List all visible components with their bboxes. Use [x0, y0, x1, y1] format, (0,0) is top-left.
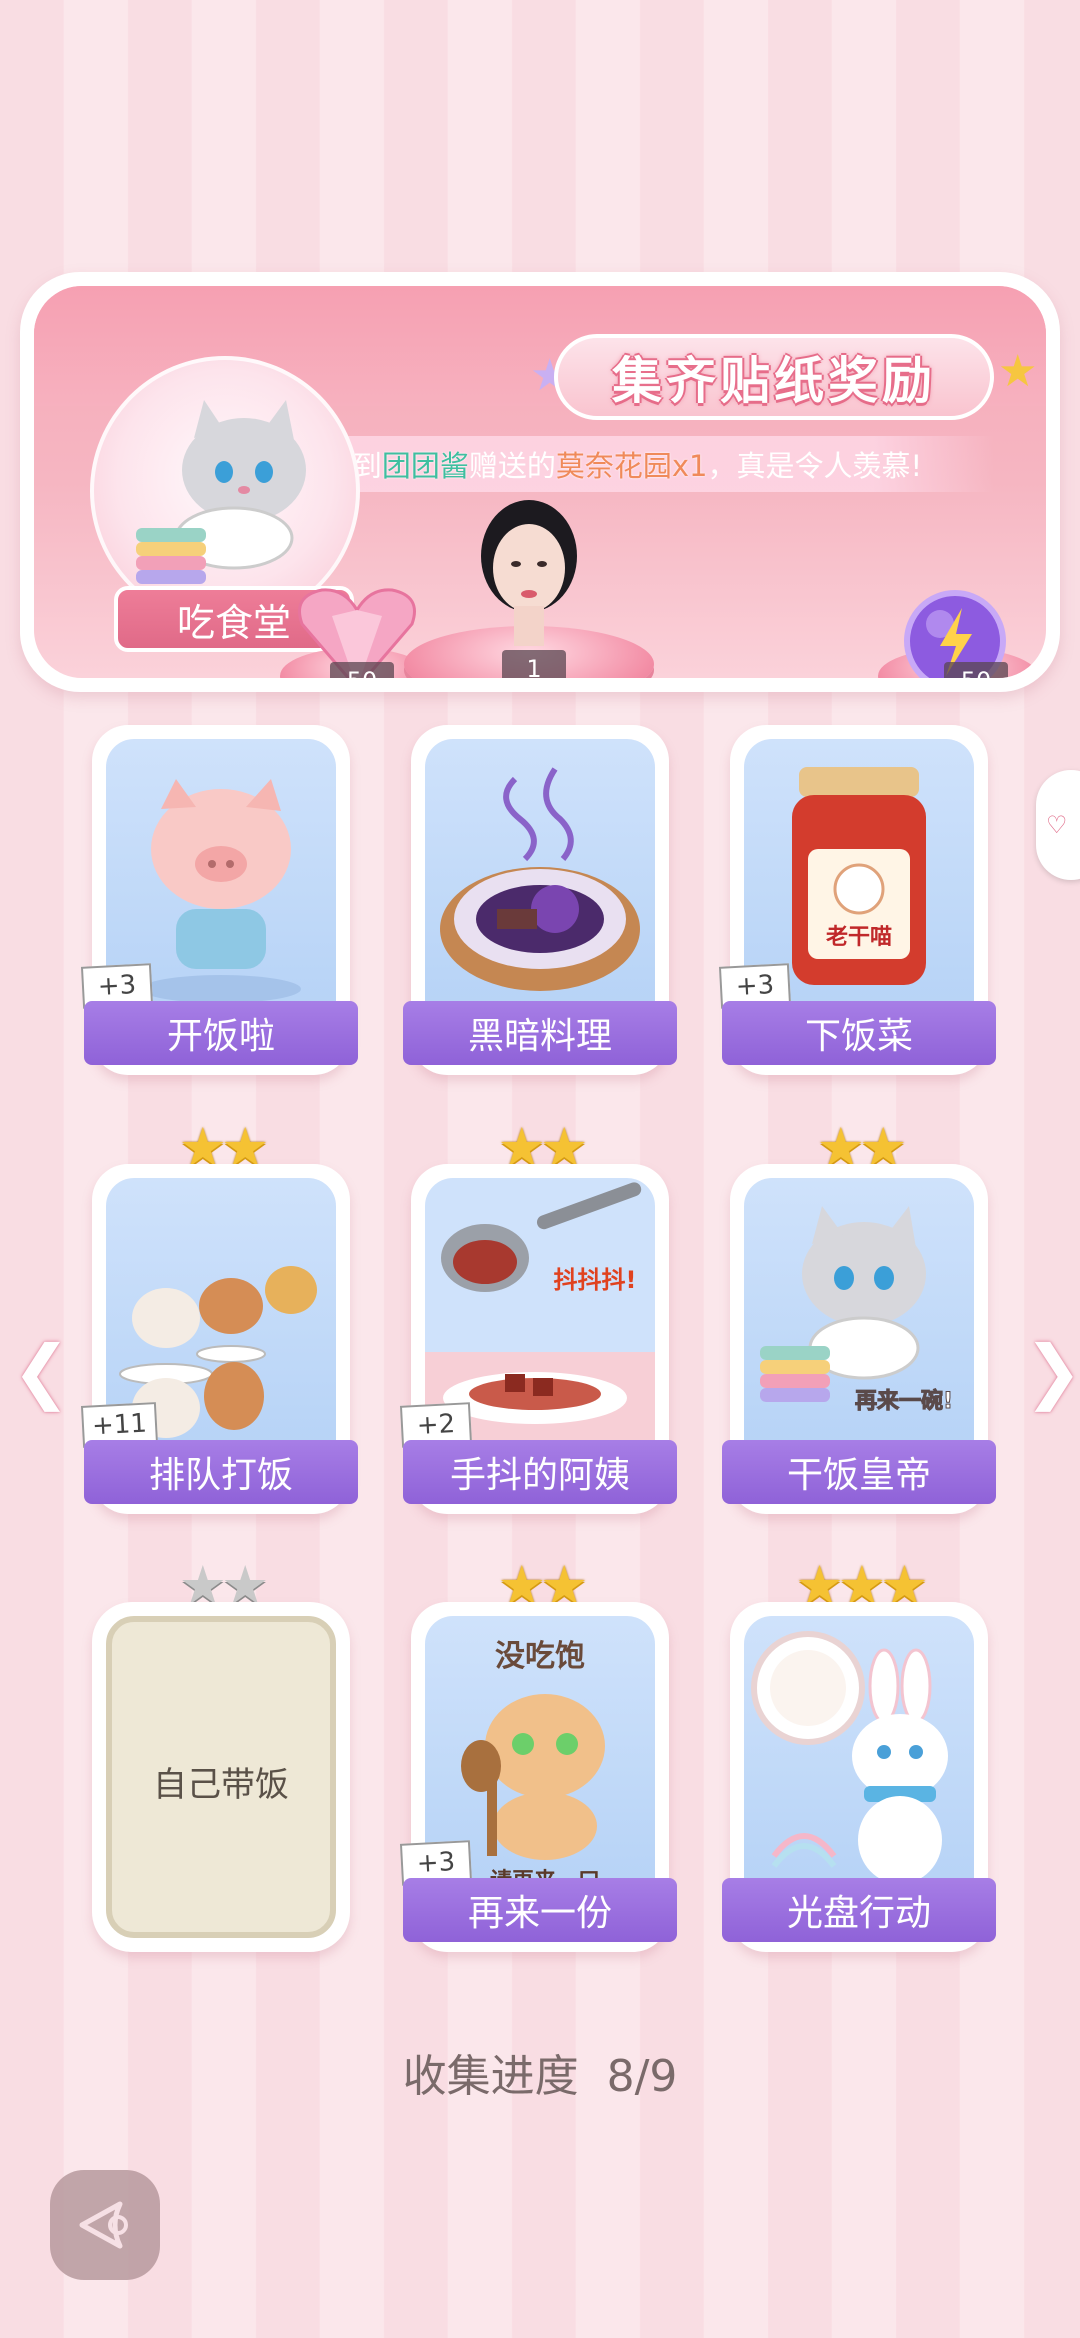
card-image: 再来一碗! [744, 1178, 974, 1468]
next-page-arrow[interactable]: ❯ [1024, 1330, 1080, 1412]
progress-label: 收集进度 [402, 2051, 579, 2102]
reward-title: 集齐贴纸奖励 [612, 351, 936, 410]
progress-value: 8/9 [606, 2051, 678, 2102]
card-label: 光盘行动 [722, 1878, 996, 1942]
card-label: 干饭皇帝 [722, 1440, 996, 1504]
card-caption: 抖抖抖! [554, 1266, 637, 1294]
card-label: 下饭菜 [722, 1001, 996, 1065]
sticker-card-locked[interactable]: ★★ 自己带饭 [92, 1556, 350, 1952]
card-label: 开饭啦 [84, 1001, 358, 1065]
sticker-card[interactable]: ★★★ 光盘行动 [722, 1556, 996, 1952]
marquee-text: ，真是令人羡慕! [707, 449, 923, 483]
sticker-card[interactable]: 黑暗料理 [403, 725, 677, 1075]
card-image [425, 739, 655, 1029]
card-image: 自己带饭 [106, 1616, 336, 1938]
sticker-card[interactable]: +3 开饭啦 [80, 725, 358, 1075]
sticker-card[interactable]: ★★ 没吃饱 请再来一口 +3 再来一份 [399, 1556, 677, 1952]
back-button[interactable] [50, 2170, 160, 2280]
sticker-card[interactable]: ★★ 抖抖抖! +2 手抖的阿姨 [399, 1118, 677, 1514]
collection-progress: 收集进度 8/9 [0, 2040, 1080, 2104]
character-portrait [481, 500, 577, 646]
sticker-card[interactable]: 老干喵 +3 下饭菜 [718, 725, 996, 1075]
side-collapse-tab[interactable]: ♡ [1036, 770, 1080, 880]
card-label: 再来一份 [403, 1878, 677, 1942]
bunny-plate-icon [751, 1631, 948, 1884]
card-caption: 再来一碗! [855, 1388, 953, 1414]
reward-banner: ★ ★ 集齐贴纸奖励 白淇 收到 团团酱 赠送的 莫奈花园x1 ，真是令人羡慕! [20, 272, 1060, 692]
sticker-card[interactable]: ★★ 再来一碗! 干饭皇帝 [722, 1118, 996, 1514]
reward-count: 50 [944, 662, 1008, 678]
reward-title-ribbon: 集齐贴纸奖励 [554, 334, 994, 420]
banner-background: ★ ★ 集齐贴纸奖励 白淇 收到 团团酱 赠送的 莫奈花园x1 ，真是令人羡慕! [34, 286, 1046, 678]
reward-count: 50 [330, 662, 394, 678]
card-caption: 没吃饱 [495, 1639, 585, 1674]
reward-count: 1 [502, 650, 566, 678]
card-image [744, 1616, 974, 1906]
card-label: 自己带饭 [153, 1765, 289, 1805]
card-label: 手抖的阿姨 [403, 1440, 677, 1504]
card-label: 排队打饭 [84, 1440, 358, 1504]
star-icon: ★ [998, 346, 1038, 397]
album-name: 吃食堂 [176, 600, 291, 645]
sticker-card[interactable]: ★★ +11 排队打饭 [80, 1118, 358, 1514]
prev-page-arrow[interactable]: ❮ [12, 1330, 71, 1412]
heartbeat-icon: ♡ [1046, 811, 1068, 839]
dark-dish-icon [440, 767, 640, 991]
card-label: 黑暗料理 [403, 1001, 677, 1065]
cat-eating-icon: 再来一碗! [760, 1206, 954, 1415]
jar-label: 老干喵 [825, 925, 892, 950]
back-arrow-icon [79, 2201, 128, 2249]
